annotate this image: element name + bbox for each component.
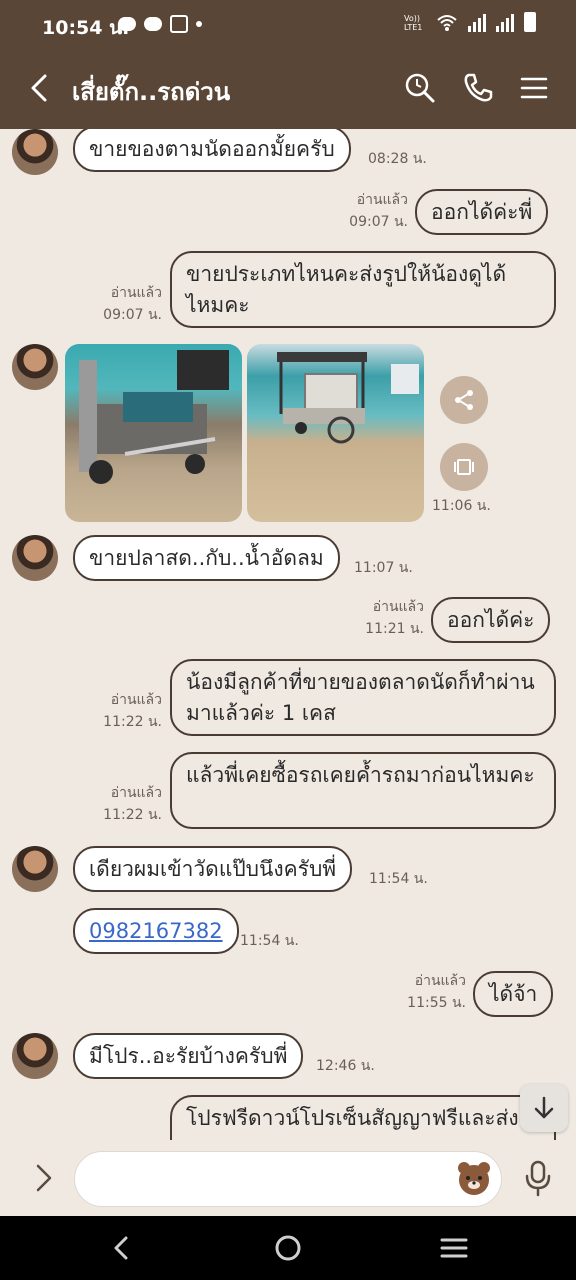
status-bar: 10:54 น. Vo)) LTE1: [0, 0, 576, 48]
avatar[interactable]: [12, 535, 58, 581]
message-bubble[interactable]: ได้จ้า: [473, 971, 554, 1017]
message-bubble[interactable]: ขายปลาสด..กับ..น้ำอัดลม: [73, 535, 340, 581]
input-bar: [0, 1140, 576, 1216]
arrow-down-icon: [534, 1096, 554, 1119]
search-icon[interactable]: [404, 72, 436, 104]
seven-eleven-icon: [170, 15, 188, 33]
message-bubble[interactable]: ขายประเภทไหนคะส่งรูปให้น้องดูได้ไหมคะ: [170, 251, 556, 328]
message-bubble[interactable]: โปรฟรีดาวน์โปรเซ็นสัญญาฟรีและส่ง: [170, 1095, 556, 1140]
message-time: 11:22 น.: [103, 714, 162, 730]
avatar[interactable]: [12, 344, 58, 390]
scroll-to-bottom-button[interactable]: [520, 1084, 568, 1132]
svg-text:LTE1: LTE1: [404, 23, 422, 32]
message-time: 11:54 น.: [369, 871, 428, 887]
vehicle-photo[interactable]: [65, 344, 242, 522]
phone-number-link[interactable]: 0982167382: [89, 919, 223, 943]
home-icon[interactable]: [272, 1232, 304, 1264]
volte-icon: Vo))LTE1: [404, 14, 422, 32]
recents-icon[interactable]: [438, 1232, 470, 1264]
signal-icon: [468, 12, 486, 32]
chat-messages[interactable]: ขายของตามนัดออกมั้ยครับ 08:28 น. อ่านแล้…: [0, 129, 576, 1140]
status-time: 10:54 น.: [42, 17, 130, 39]
avatar[interactable]: [12, 846, 58, 892]
share-icon[interactable]: [440, 376, 488, 424]
battery-icon: [524, 12, 536, 32]
read-receipt: อ่านแล้ว: [414, 973, 466, 989]
message-time: 11:07 น.: [354, 560, 413, 576]
message-time: 11:21 น.: [365, 621, 424, 637]
message-time: 11:22 น.: [103, 807, 162, 823]
chevron-left-icon[interactable]: [24, 72, 56, 104]
message-bubble[interactable]: มีโปร..อะรัยบ้างครับพี่: [73, 1033, 304, 1079]
phone-number-bubble[interactable]: 0982167382: [73, 908, 239, 954]
read-receipt: อ่านแล้ว: [110, 785, 162, 801]
message-input[interactable]: [74, 1151, 502, 1207]
message-time: 08:28 น.: [368, 151, 427, 167]
dot-icon: [196, 21, 202, 27]
message-bubble[interactable]: ออกได้ค่ะพี่: [415, 189, 549, 235]
message-time: 11:54 น.: [240, 933, 299, 949]
message-bubble[interactable]: น้องมีลูกค้าที่ขายของตลาดนัดก็ทำผ่านมาแล…: [170, 659, 556, 736]
menu-icon[interactable]: [518, 72, 550, 104]
gallery-icon[interactable]: [440, 443, 488, 491]
vehicle-photo[interactable]: [247, 344, 424, 522]
line-icon: [118, 17, 136, 31]
back-icon[interactable]: [106, 1232, 138, 1264]
message-time: 11:55 น.: [407, 995, 466, 1011]
phone-icon[interactable]: [462, 72, 494, 104]
chat-header: เสี่ยตั๊ก..รถด่วน: [0, 48, 576, 129]
svg-text:Vo)): Vo)): [404, 14, 420, 23]
chevron-right-icon[interactable]: [28, 1160, 60, 1196]
message-bubble[interactable]: ขายของตามนัดออกมั้ยครับ: [73, 129, 351, 172]
read-receipt: อ่านแล้ว: [110, 692, 162, 708]
signal-icon: [496, 12, 514, 32]
message-time: 11:06 น.: [432, 498, 491, 514]
wifi-icon: [437, 15, 457, 31]
message-time: 09:07 น.: [103, 307, 162, 323]
microphone-icon[interactable]: [522, 1158, 554, 1198]
message-time: 12:46 น.: [316, 1058, 375, 1074]
message-bubble[interactable]: ออกได้ค่ะ: [431, 597, 551, 643]
avatar[interactable]: [12, 1033, 58, 1079]
line-icon: [144, 17, 162, 31]
message-bubble[interactable]: เดียวผมเข้าวัดแป๊บนึงครับพี่: [73, 846, 353, 892]
bear-sticker-icon[interactable]: [456, 1160, 492, 1196]
system-nav-bar: [0, 1216, 576, 1280]
read-receipt: อ่านแล้ว: [372, 599, 424, 615]
avatar[interactable]: [12, 129, 58, 175]
read-receipt: อ่านแล้ว: [356, 192, 408, 208]
read-receipt: อ่านแล้ว: [110, 285, 162, 301]
message-bubble[interactable]: แล้วพี่เคยซื้อรถเคยค้ำรถมาก่อนไหมคะ: [170, 752, 556, 829]
chat-title[interactable]: เสี่ยตั๊ก..รถด่วน: [72, 72, 230, 111]
message-time: 09:07 น.: [349, 214, 408, 230]
